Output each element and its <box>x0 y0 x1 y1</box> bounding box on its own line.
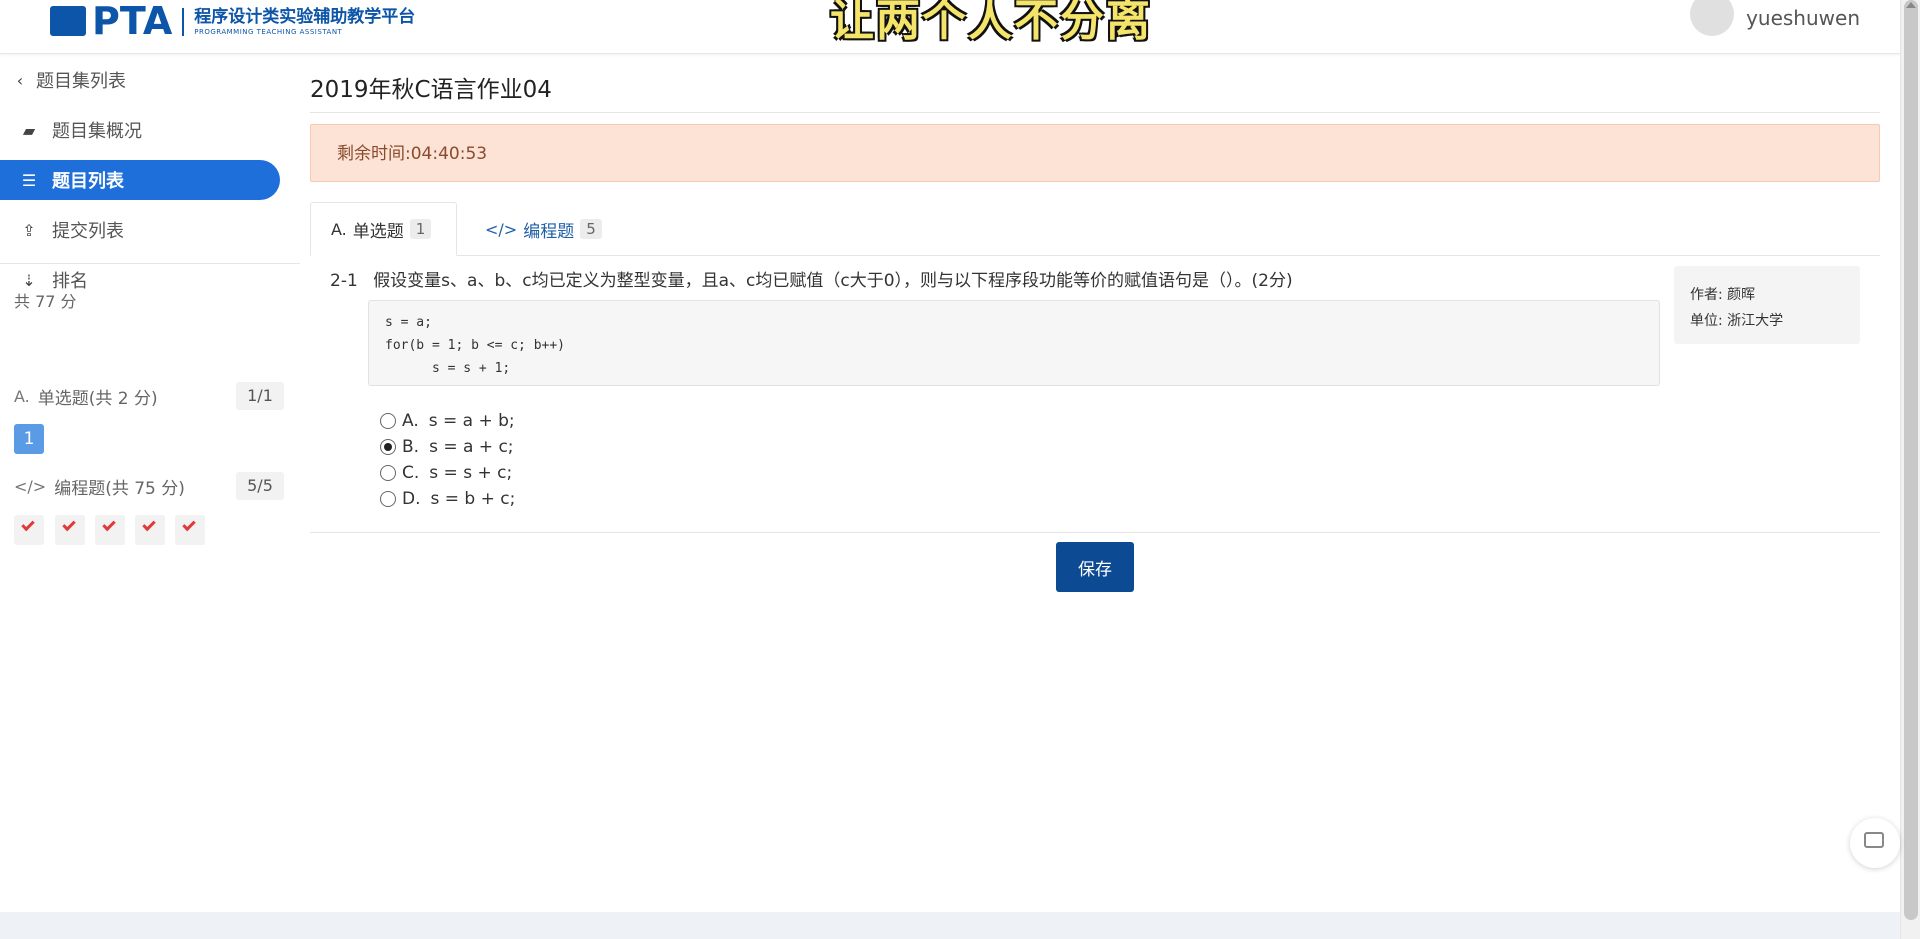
scroll-up-icon[interactable] <box>1906 2 1916 8</box>
content-divider <box>310 532 1880 533</box>
sidebar-item-overview[interactable]: ▰ 题目集概况 <box>0 110 300 150</box>
option-a[interactable]: A. s = a + b; <box>380 408 515 434</box>
sidebar-divider <box>0 263 300 264</box>
question-box-prog-1[interactable] <box>14 515 44 545</box>
question-number: 2-1 <box>330 271 358 291</box>
answer-options: A. s = a + b; B. s = a + c; C. s = s + c… <box>380 408 515 512</box>
check-icon <box>182 517 196 532</box>
avatar[interactable] <box>1690 0 1735 36</box>
option-letter: B. <box>402 437 420 457</box>
logo-en: PROGRAMMING TEACHING ASSISTANT <box>194 28 343 36</box>
code-line: s = a; <box>385 315 432 330</box>
option-text: s = b + c; <box>430 489 516 509</box>
logo-text: PTA <box>92 0 173 43</box>
option-c[interactable]: C. s = s + c; <box>380 460 515 486</box>
option-letter: D. <box>402 489 421 509</box>
check-icon <box>142 517 156 532</box>
option-text: s = s + c; <box>429 463 513 483</box>
top-header: PTA 程序设计类实验辅助教学平台 PROGRAMMING TEACHING A… <box>0 0 1900 54</box>
choice-icon: A. <box>14 386 30 406</box>
option-text: s = a + c; <box>429 437 514 457</box>
sidebar-item-label: 题目列表 <box>52 171 124 192</box>
section-count: 1/1 <box>236 382 284 410</box>
tab-label: 单选题 <box>352 221 404 242</box>
section-programming: </> 编程题(共 75 分) 5/5 <box>14 472 284 500</box>
pta-logo[interactable]: PTA 程序设计类实验辅助教学平台 PROGRAMMING TEACHING A… <box>50 0 415 43</box>
option-letter: C. <box>402 463 420 483</box>
code-block: s = a; for(b = 1; b <= c; b++) s = s + 1… <box>368 300 1660 386</box>
question-box-prog-2[interactable] <box>55 515 85 545</box>
sidebar-item-label: 题目集概况 <box>52 121 142 142</box>
username[interactable]: yueshuwen <box>1746 6 1860 30</box>
list-icon: ☰ <box>21 170 37 190</box>
section-label: 单选题(共 2 分) <box>37 388 158 409</box>
question-box-prog-4[interactable] <box>135 515 165 545</box>
upload-icon: ⇪ <box>22 220 36 240</box>
option-text: s = a + b; <box>428 411 515 431</box>
sidebar-item-problem-list[interactable]: ☰ 题目列表 <box>0 160 280 200</box>
option-d[interactable]: D. s = b + c; <box>380 486 515 512</box>
scrollbar-thumb[interactable] <box>1904 0 1918 920</box>
code-icon <box>50 6 86 36</box>
radio-c[interactable] <box>380 465 396 481</box>
tab-label: 编程题 <box>523 221 575 242</box>
tab-programming[interactable]: </> 编程题 5 <box>465 202 622 256</box>
countdown-timer: 剩余时间:04:40:53 <box>310 124 1880 182</box>
sidebar-item-label: 题目集列表 <box>36 71 126 92</box>
code-icon: </> <box>14 476 47 496</box>
logo-divider <box>182 8 185 36</box>
unit: 单位: 浙江大学 <box>1690 313 1784 329</box>
page-footer <box>0 912 1900 939</box>
radio-a[interactable] <box>380 413 396 429</box>
chat-icon <box>1864 832 1884 848</box>
logo-subtitle: 程序设计类实验辅助教学平台 PROGRAMMING TEACHING ASSIS… <box>194 9 415 36</box>
sidebar-item-submissions[interactable]: ⇪ 提交列表 <box>0 210 300 250</box>
total-score: 共 77 分 <box>14 292 77 311</box>
book-icon: ▰ <box>22 120 36 140</box>
title-divider <box>310 112 1880 113</box>
page-scrollbar[interactable] <box>1900 0 1920 939</box>
sidebar-item-label: 提交列表 <box>52 221 124 242</box>
author: 作者: 颜晖 <box>1690 287 1756 303</box>
section-label: 编程题(共 75 分) <box>54 478 185 499</box>
feedback-button[interactable] <box>1850 818 1900 868</box>
tab-single-choice[interactable]: A. 单选题 1 <box>310 202 457 256</box>
question-box-prog-5[interactable] <box>175 515 205 545</box>
tab-count: 5 <box>580 219 602 239</box>
radio-d[interactable] <box>380 491 396 507</box>
chevron-left-icon: ‹ <box>16 70 24 90</box>
problem-tabs: A. 单选题 1 </> 编程题 5 <box>310 202 1880 256</box>
code-icon: </> <box>485 219 518 239</box>
code-line: s = s + 1; <box>385 361 511 376</box>
question-box-prog-3[interactable] <box>95 515 125 545</box>
check-icon <box>62 517 76 532</box>
option-b[interactable]: B. s = a + c; <box>380 434 515 460</box>
option-letter: A. <box>402 411 419 431</box>
code-line: for(b = 1; b <= c; b++) <box>385 338 566 353</box>
sidebar: ‹ 题目集列表 ▰ 题目集概况 ☰ 题目列表 ⇪ 提交列表 ⇣ 排名 <box>0 60 300 310</box>
logo-cn: 程序设计类实验辅助教学平台 <box>194 7 416 27</box>
sidebar-item-back[interactable]: ‹ 题目集列表 <box>0 60 300 100</box>
overlay-banner: 让两个人不分离 <box>830 0 1152 46</box>
user-menu[interactable]: yueshuwen <box>1690 0 1860 36</box>
save-button[interactable]: 保存 <box>1056 542 1134 592</box>
choice-icon: A. <box>331 219 347 239</box>
sort-icon: ⇣ <box>22 270 36 290</box>
question-stem: 2-1 假设变量s、a、b、c均已定义为整型变量，且a、c均已赋值（c大于0），… <box>330 266 1293 291</box>
question-box-1[interactable]: 1 <box>14 424 44 454</box>
author-info: 作者: 颜晖 单位: 浙江大学 <box>1674 266 1860 344</box>
radio-b[interactable] <box>380 439 396 455</box>
tab-count: 1 <box>409 219 432 239</box>
check-icon <box>21 517 35 532</box>
section-single-choice: A. 单选题(共 2 分) 1/1 <box>14 382 284 410</box>
check-icon <box>102 517 116 532</box>
section-count: 5/5 <box>236 472 284 500</box>
page-title: 2019年秋C语言作业04 <box>310 77 552 103</box>
question-text: 假设变量s、a、b、c均已定义为整型变量，且a、c均已赋值（c大于0），则与以下… <box>373 271 1293 291</box>
